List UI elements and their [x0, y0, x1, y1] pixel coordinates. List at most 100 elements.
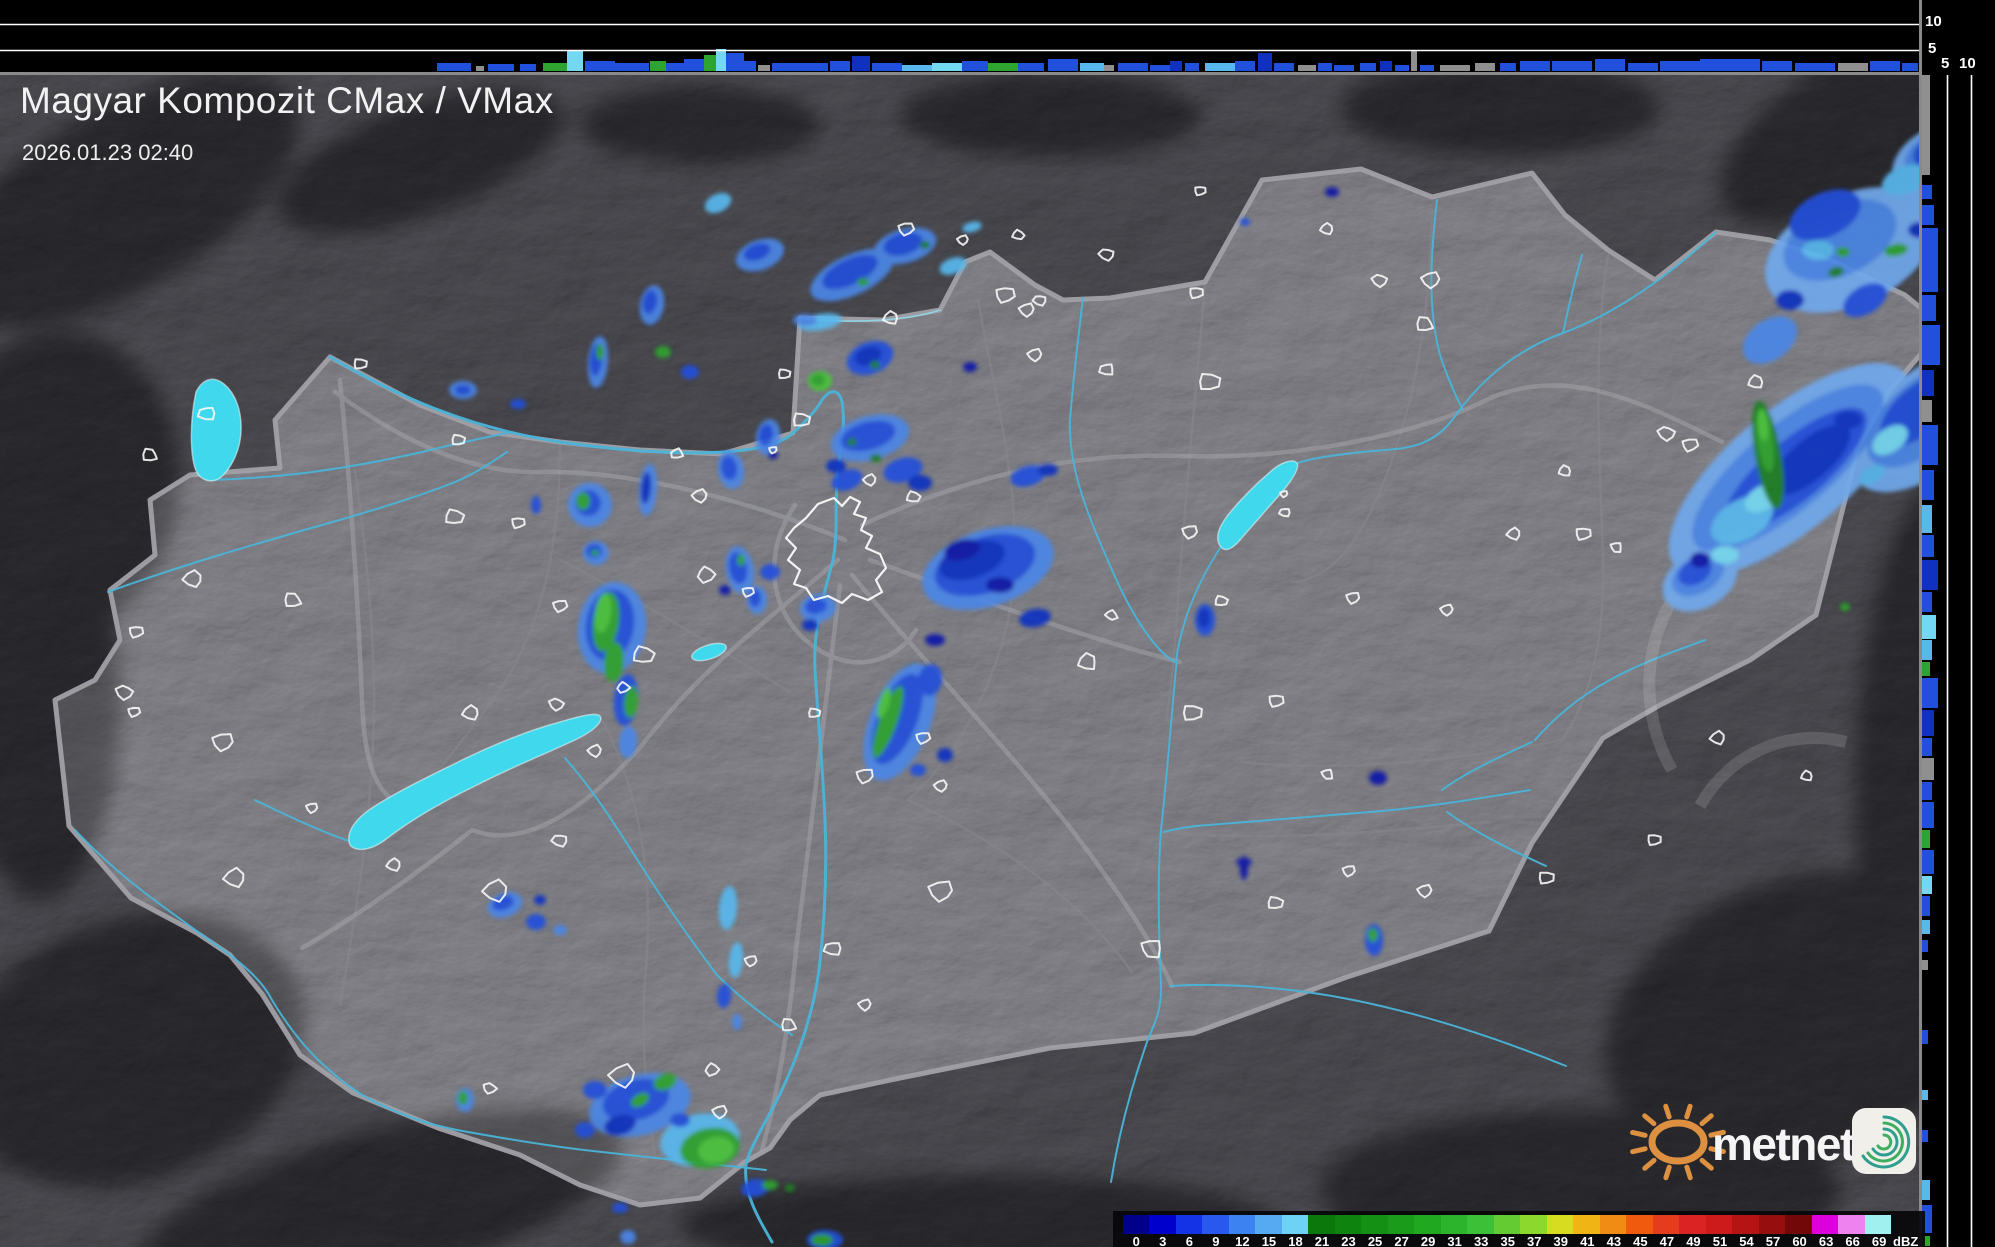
radar-echo: [553, 925, 567, 935]
radar-echo: [455, 385, 471, 395]
profile-pixel: [772, 63, 802, 71]
dbz-color-cell: [1467, 1215, 1493, 1234]
profile-pixel: [1922, 425, 1938, 465]
profile-pixel: [830, 61, 850, 71]
radar-echo: [847, 438, 857, 446]
radar-echo: [762, 1180, 778, 1190]
profile-pixel: [1360, 63, 1376, 71]
profile-pixel: [437, 63, 471, 71]
profile-pixel: [684, 59, 704, 71]
radar-echo: [785, 1184, 795, 1192]
profile-pixel: [1411, 51, 1417, 71]
profile-pixel: [1922, 325, 1940, 365]
dbz-color-cell: [1335, 1215, 1361, 1234]
radar-echo: [1776, 290, 1804, 310]
profile-pixel: [1235, 61, 1255, 71]
top-axis-label-10: 10: [1925, 14, 1942, 29]
profile-pixel: [1922, 505, 1932, 533]
radar-echo: [534, 895, 546, 905]
radar-echo: [737, 554, 745, 566]
profile-pixel: [1922, 185, 1932, 199]
radar-echo: [591, 550, 599, 556]
dbz-color-cell: [1441, 1215, 1467, 1234]
dbz-color-cell: [1123, 1215, 1149, 1234]
profile-pixel: [1185, 63, 1199, 71]
profile-pixel: [1922, 615, 1936, 639]
profile-pixel: [1922, 295, 1936, 321]
profile-pixel: [1922, 1090, 1928, 1100]
dbz-tick-label: 3: [1150, 1235, 1177, 1247]
profile-pixel: [1500, 63, 1516, 71]
dbz-colorbar: [1123, 1215, 1891, 1234]
profile-pixel: [1922, 758, 1934, 780]
dbz-tick-label: 35: [1494, 1235, 1521, 1247]
profile-pixel: [1440, 65, 1470, 71]
radar-echo: [1840, 603, 1850, 611]
strip-map-divider-v: [1919, 0, 1922, 1247]
radar-echo: [937, 748, 953, 762]
dbz-color-cell: [1494, 1215, 1520, 1234]
dbz-color-cell: [1573, 1215, 1599, 1234]
dbz-tick-label: 41: [1574, 1235, 1601, 1247]
dbz-tick-label: 29: [1415, 1235, 1442, 1247]
profile-pixel: [1274, 63, 1294, 71]
right-axis-label-5: 5: [1941, 56, 1949, 71]
profile-pixel: [1902, 63, 1918, 71]
radar-echo: [1368, 928, 1378, 942]
profile-pixel: [1922, 205, 1934, 225]
profile-pixel: [1922, 738, 1932, 756]
profile-pixel: [1922, 560, 1938, 590]
dbz-color-cell: [1282, 1215, 1308, 1234]
profile-pixel: [1922, 75, 1930, 175]
dbz-color-cell: [1626, 1215, 1652, 1234]
dbz-tick-label: dBZ: [1892, 1235, 1919, 1247]
profile-pixel: [1922, 470, 1934, 500]
profile-pixel: [1552, 61, 1592, 71]
profile-pixel: [1475, 63, 1495, 71]
profile-pixel: [1922, 640, 1932, 660]
radar-echo: [510, 399, 526, 409]
dbz-color-cell: [1838, 1215, 1864, 1234]
profile-pixel: [1700, 59, 1760, 71]
profile-pixel: [1318, 63, 1332, 71]
profile-pixel: [1922, 896, 1930, 916]
radar-map-canvas: metnet: [0, 0, 1995, 1247]
logo-wordmark: metnet: [1712, 1118, 1855, 1170]
profile-pixel: [476, 66, 484, 71]
radar-echo: [681, 365, 699, 379]
profile-pixel: [1922, 710, 1934, 736]
dbz-color-cell: [1679, 1215, 1705, 1234]
dbz-tick-label: 25: [1362, 1235, 1389, 1247]
profile-pixel: [1595, 59, 1625, 71]
top-axis-label-5: 5: [1928, 41, 1936, 56]
profile-pixel: [1258, 53, 1272, 71]
dbz-tick-label: 12: [1229, 1235, 1256, 1247]
map-area: metnet: [0, 0, 1995, 1247]
radar-echo: [1240, 218, 1250, 226]
dbz-tick-label: 49: [1680, 1235, 1707, 1247]
radar-echo: [793, 314, 817, 326]
profile-pixel: [1922, 876, 1932, 894]
profile-pixel: [1922, 535, 1934, 557]
profile-pixel: [758, 65, 770, 71]
profile-pixel: [650, 61, 666, 71]
radar-echo: [655, 346, 671, 358]
profile-pixel: [716, 49, 726, 71]
profile-pixel: [1922, 782, 1932, 800]
radar-echo: [870, 454, 882, 462]
profile-pixel: [988, 63, 1018, 71]
dbz-tick-label: 57: [1760, 1235, 1787, 1247]
profile-pixel: [1170, 61, 1182, 71]
profile-pixel: [1922, 592, 1932, 612]
dbz-tick-label: 27: [1388, 1235, 1415, 1247]
profile-pixel: [488, 64, 514, 71]
profile-pixel: [543, 63, 567, 71]
profile-pixel: [1922, 370, 1934, 396]
dbz-color-cell: [1812, 1215, 1838, 1234]
profile-pixel: [1018, 63, 1044, 71]
dbz-tick-label: 33: [1468, 1235, 1495, 1247]
profile-pixel: [872, 63, 902, 71]
dbz-color-cell: [1149, 1215, 1175, 1234]
radar-echo: [826, 459, 846, 473]
profile-pixel: [1922, 1180, 1930, 1200]
